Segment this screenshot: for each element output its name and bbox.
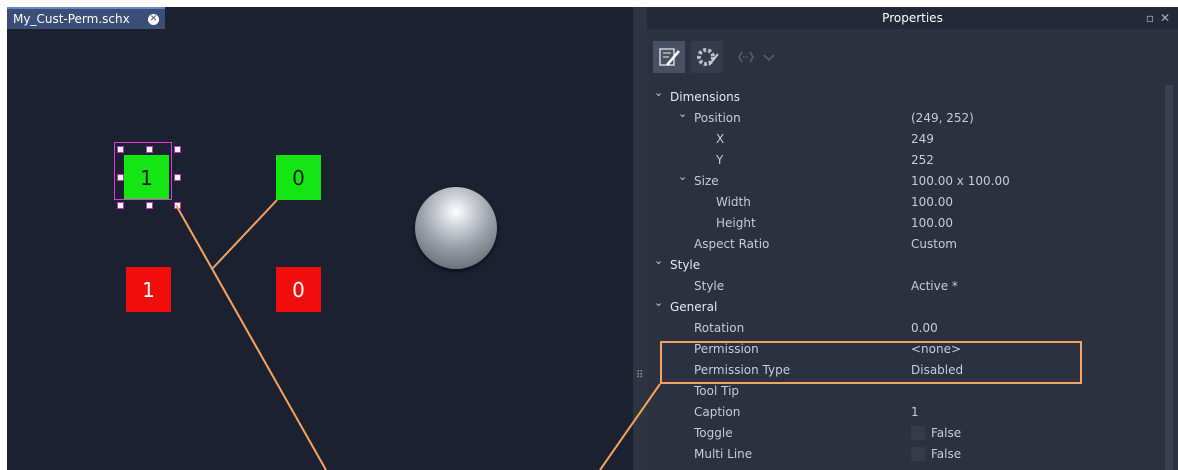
property-name: Caption (694, 405, 741, 419)
property-row[interactable]: ⌄ Position (249, 252) (647, 107, 1165, 129)
chevron-down-icon[interactable]: ⌄ (654, 296, 664, 309)
property-row[interactable]: Toggle False (647, 423, 1165, 444)
chevron-down-icon[interactable]: ⌄ (654, 86, 664, 99)
property-value[interactable]: False (931, 426, 961, 440)
property-value[interactable]: (249, 252) (911, 111, 974, 125)
property-list: ⌄ Dimensions ⌄ Position (249, 252) X 249 Y 252 ⌄ S… (647, 86, 1165, 465)
edit-icon[interactable] (653, 41, 685, 73)
chevron-down-icon[interactable]: ⌄ (654, 254, 664, 267)
property-row[interactable]: Y 252 (647, 150, 1165, 171)
property-name: Position (694, 111, 741, 125)
properties-panel: Properties ▫ ✕ ⌄ Dimensions ⌄ Position (… (647, 7, 1178, 470)
property-row[interactable]: ⌄ Dimensions (647, 86, 1165, 108)
property-row[interactable]: ⌄ Size 100.00 x 100.00 (647, 170, 1165, 192)
resize-handle[interactable] (146, 202, 153, 209)
property-name: Dimensions (670, 90, 741, 104)
property-name: Width (716, 195, 751, 209)
property-row[interactable]: Height 100.00 (647, 213, 1165, 234)
resize-handle[interactable] (174, 174, 181, 181)
restore-icon[interactable]: ▫ (1146, 7, 1154, 29)
property-name: Size (694, 174, 719, 188)
checkbox[interactable] (911, 426, 925, 440)
property-row[interactable]: ⌄ General (647, 296, 1165, 318)
property-value[interactable]: 252 (911, 153, 934, 167)
property-row[interactable]: ⌄ Style (647, 254, 1165, 276)
properties-toolbar (647, 29, 1178, 87)
resize-handle[interactable] (174, 202, 181, 209)
property-value[interactable]: 1 (911, 405, 919, 419)
button-label: 0 (292, 277, 305, 302)
resize-handle[interactable] (146, 146, 153, 153)
property-value[interactable]: 0.00 (911, 321, 938, 335)
property-value[interactable]: 100.00 (911, 216, 953, 230)
property-row[interactable]: Caption 1 (647, 402, 1165, 423)
property-row[interactable]: Tool Tip (647, 381, 1165, 402)
resize-handle[interactable] (117, 174, 124, 181)
property-row[interactable]: Width 100.00 (647, 192, 1165, 213)
code-icon[interactable] (736, 41, 756, 73)
tab-label: My_Cust-Perm.schx (13, 12, 130, 26)
property-name: Style (670, 258, 701, 272)
properties-title-bar: Properties ▫ ✕ (647, 7, 1178, 29)
property-name: Tool Tip (694, 384, 740, 398)
checkbox[interactable] (911, 447, 925, 461)
button-red-0[interactable]: 0 (276, 267, 321, 312)
property-row[interactable]: Rotation 0.00 (647, 318, 1165, 339)
property-name: General (670, 300, 718, 314)
property-value[interactable]: Custom (911, 237, 957, 251)
button-label: 0 (292, 165, 305, 190)
property-value[interactable]: False (931, 447, 961, 461)
property-name: Multi Line (694, 447, 753, 461)
button-green-0[interactable]: 0 (276, 155, 321, 200)
property-name: Style (694, 279, 725, 293)
grip-icon[interactable]: ⠿ (636, 370, 643, 381)
resize-handle[interactable] (117, 146, 124, 153)
property-name: Rotation (694, 321, 745, 335)
resize-handle[interactable] (174, 146, 181, 153)
button-red-1[interactable]: 1 (126, 267, 171, 312)
property-value[interactable]: 100.00 (911, 195, 953, 209)
chevron-down-icon[interactable]: ⌄ (678, 107, 688, 120)
button-label: 1 (142, 277, 155, 302)
tab-my-cust-perm[interactable]: My_Cust-Perm.schx ✕ (7, 7, 165, 29)
property-name: Aspect Ratio (694, 237, 770, 251)
property-name: Toggle (694, 426, 733, 440)
panel-splitter[interactable]: ⠿ (633, 7, 647, 470)
property-row[interactable]: Multi Line False (647, 444, 1165, 465)
property-value[interactable]: 249 (911, 132, 934, 146)
properties-title: Properties (882, 11, 943, 25)
close-icon[interactable]: ✕ (148, 14, 159, 25)
scrollbar[interactable] (1165, 85, 1173, 470)
property-value[interactable]: Active * (911, 279, 958, 293)
chevron-down-icon[interactable]: ⌄ (678, 170, 688, 183)
property-name: Height (716, 216, 756, 230)
property-row[interactable]: Style Active * (647, 276, 1165, 297)
property-value[interactable]: 100.00 x 100.00 (911, 174, 1010, 188)
gear-icon[interactable] (691, 41, 723, 73)
sphere-button[interactable] (415, 187, 497, 269)
property-row[interactable]: Aspect Ratio Custom (647, 234, 1165, 255)
resize-handle[interactable] (117, 202, 124, 209)
property-row[interactable]: X 249 (647, 129, 1165, 150)
close-icon[interactable]: ✕ (1160, 7, 1170, 29)
chevron-down-icon[interactable] (761, 41, 777, 73)
property-name: Y (716, 153, 724, 167)
annotation-highlight-box (660, 341, 1082, 384)
property-name: X (716, 132, 725, 146)
canvas-panel[interactable]: My_Cust-Perm.schx ✕ (7, 7, 633, 470)
tab-bar: My_Cust-Perm.schx ✕ (7, 7, 633, 29)
